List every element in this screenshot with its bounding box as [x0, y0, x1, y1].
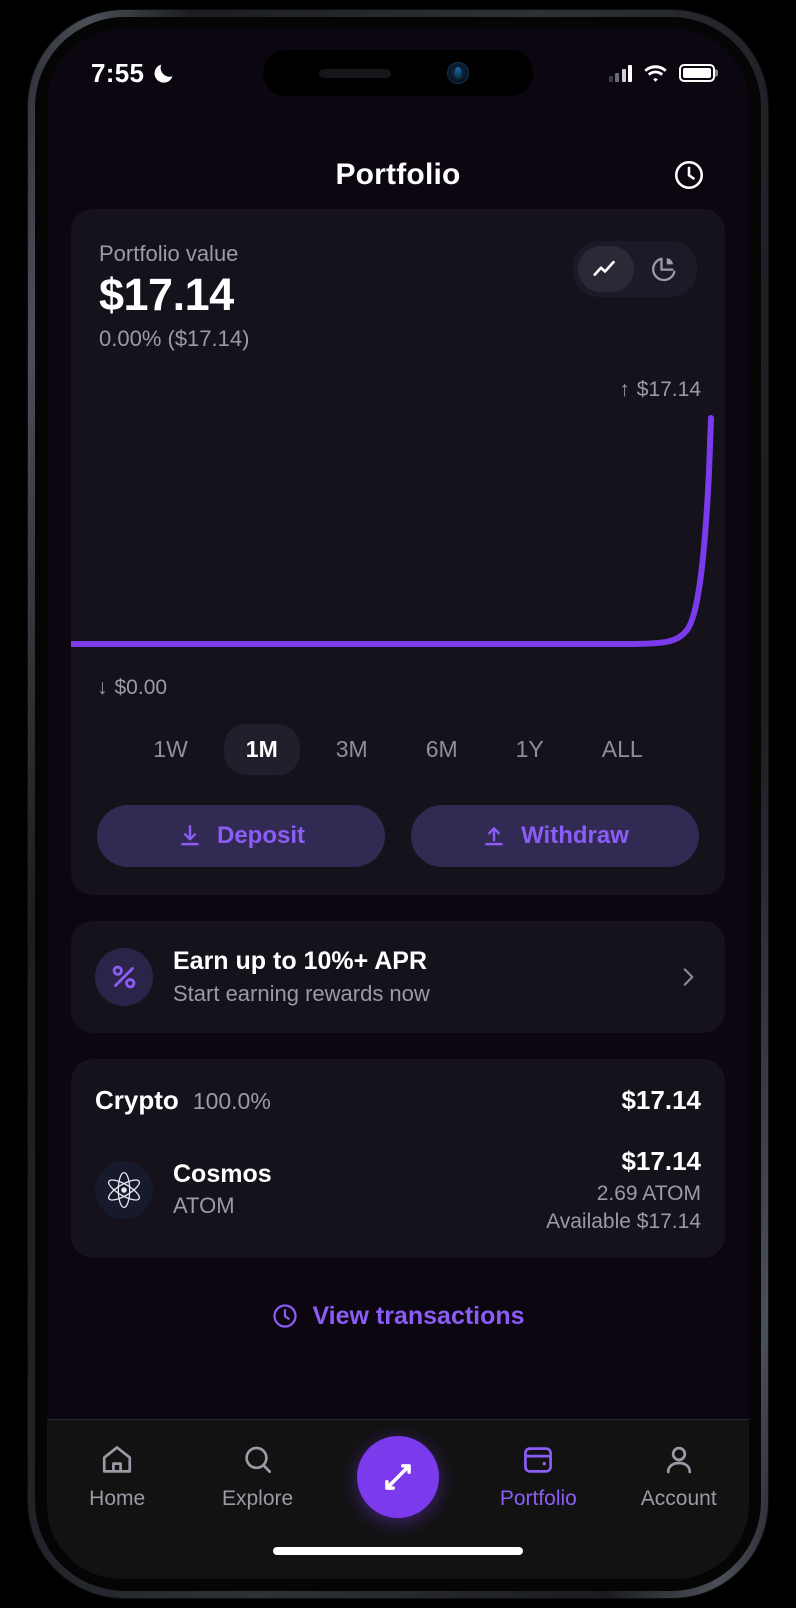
holdings-category: Crypto [95, 1084, 179, 1115]
chart-high-label: ↑ $17.14 [619, 378, 701, 402]
asset-quantity: 2.69 ATOM [596, 1181, 701, 1205]
deposit-label: Deposit [216, 821, 305, 849]
asset-values: $17.14 2.69 ATOM Available $17.14 [546, 1146, 701, 1234]
cellular-signal-icon [608, 64, 632, 82]
home-indicator[interactable] [273, 1547, 523, 1555]
page-title: Portfolio [335, 158, 461, 191]
app-header: Portfolio [47, 141, 749, 209]
portfolio-value-text: Portfolio value $17.14 0.00% ($17.14) [99, 241, 249, 352]
holdings-header: Crypto 100.0% $17.14 [95, 1085, 701, 1116]
bottom-tab-bar: Home Explore Portfolio Account [47, 1419, 749, 1579]
holdings-percent: 100.0% [192, 1087, 271, 1114]
portfolio-value-label: Portfolio value [99, 241, 239, 266]
holdings-category-group: Crypto 100.0% [95, 1085, 271, 1116]
crescent-moon-icon [154, 64, 173, 83]
asset-row[interactable]: Cosmos ATOM $17.14 2.69 ATOM Available $… [95, 1146, 701, 1234]
portfolio-value-change: 0.00% ($17.14) [99, 325, 250, 351]
portfolio-chart[interactable]: ↑ $17.14 ↓ $0.00 [71, 378, 725, 699]
wifi-icon [644, 64, 667, 82]
atom-glyph [108, 1171, 140, 1208]
app-root: 7:55 Portfolio Portfolio value $17.14 0.… [47, 29, 749, 1579]
tab-swap[interactable] [338, 1436, 458, 1527]
line-chart-toggle-button[interactable] [578, 246, 634, 292]
wallet-icon [524, 1447, 553, 1473]
holdings-total: $17.14 [621, 1084, 701, 1115]
front-camera-icon [447, 62, 469, 84]
pie-chart-icon [652, 257, 676, 282]
tab-account[interactable]: Account [619, 1442, 739, 1511]
asset-symbol: ATOM [173, 1193, 235, 1219]
chart-low-label: ↓ $0.00 [97, 676, 167, 700]
portfolio-value-amount: $17.14 [99, 269, 234, 320]
range-all[interactable]: ALL [580, 724, 665, 775]
portfolio-line-chart-svg [71, 414, 714, 647]
clock-history-icon [674, 160, 704, 190]
chart-high-value: $17.14 [636, 377, 701, 401]
swap-fab-button[interactable] [356, 1436, 439, 1518]
search-icon [244, 1446, 271, 1474]
asset-name: Cosmos [173, 1160, 272, 1189]
asset-available: Available $17.14 [546, 1209, 701, 1233]
person-icon [666, 1446, 691, 1474]
chart-low-value: $0.00 [114, 675, 168, 699]
battery-full-icon [679, 64, 715, 82]
chart-high-arrow: ↑ [619, 377, 630, 401]
chart-low-arrow: ↓ [97, 675, 108, 699]
line-chart-icon [593, 260, 615, 276]
holdings-card: Crypto 100.0% $17.14 Cosmos ATOM $17.14 … [71, 1058, 725, 1258]
asset-names: Cosmos ATOM [173, 1160, 526, 1219]
range-1w[interactable]: 1W [131, 724, 210, 775]
view-transactions-label: View transactions [312, 1301, 525, 1330]
home-icon [103, 1446, 132, 1473]
tab-home-label: Home [89, 1487, 146, 1510]
portfolio-value-card: Portfolio value $17.14 0.00% ($17.14) ↑ … [71, 209, 725, 895]
view-transactions-link[interactable]: View transactions [47, 1284, 749, 1351]
range-1m[interactable]: 1M [223, 723, 300, 775]
status-bar-right [608, 64, 715, 83]
tab-portfolio[interactable]: Portfolio [478, 1442, 598, 1511]
withdraw-button[interactable]: Withdraw [411, 804, 699, 867]
status-bar-left: 7:55 [91, 58, 176, 89]
upload-arrow-icon [485, 826, 503, 845]
chevron-right-icon [683, 967, 694, 986]
percent-icon [112, 965, 136, 988]
apr-title: Earn up to 10%+ APR [173, 946, 427, 975]
swap-icon [385, 1464, 411, 1490]
tab-explore-label: Explore [221, 1487, 294, 1510]
apr-text: Earn up to 10%+ APR Start earning reward… [173, 947, 655, 1007]
chart-type-toggle[interactable] [573, 241, 697, 297]
scroll-content[interactable]: Portfolio value $17.14 0.00% ($17.14) ↑ … [47, 209, 749, 1579]
dynamic-island [263, 50, 533, 96]
apr-promo-banner[interactable]: Earn up to 10%+ APR Start earning reward… [71, 920, 725, 1033]
screenshot-stage: 7:55 Portfolio Portfolio value $17.14 0.… [0, 0, 796, 1608]
phone-screen: 7:55 Portfolio Portfolio value $17.14 0.… [47, 29, 749, 1579]
tab-explore[interactable]: Explore [198, 1442, 318, 1511]
apr-subtitle: Start earning rewards now [173, 980, 430, 1006]
portfolio-value-header: Portfolio value $17.14 0.00% ($17.14) [71, 241, 725, 352]
clock-icon [273, 1304, 298, 1328]
range-3m[interactable]: 3M [314, 724, 390, 775]
download-arrow-icon [181, 824, 199, 845]
time-range-selector[interactable]: 1W 1M 3M 6M 1Y ALL [71, 723, 725, 775]
apr-icon-wrap [95, 947, 153, 1006]
pie-chart-toggle-button[interactable] [636, 246, 692, 292]
range-6m[interactable]: 6M [404, 724, 480, 775]
tab-account-label: Account [640, 1487, 717, 1510]
cosmos-atom-icon [95, 1160, 153, 1219]
earpiece-speaker [319, 68, 391, 78]
asset-fiat-value: $17.14 [621, 1145, 701, 1176]
deposit-button[interactable]: Deposit [97, 804, 385, 867]
portfolio-actions: Deposit Withdraw [71, 804, 725, 867]
tab-portfolio-label: Portfolio [499, 1487, 577, 1510]
transaction-history-button[interactable] [667, 153, 711, 197]
status-bar-time: 7:55 [91, 57, 145, 88]
range-1y[interactable]: 1Y [494, 724, 566, 775]
withdraw-label: Withdraw [521, 821, 629, 849]
tab-home[interactable]: Home [57, 1442, 177, 1511]
